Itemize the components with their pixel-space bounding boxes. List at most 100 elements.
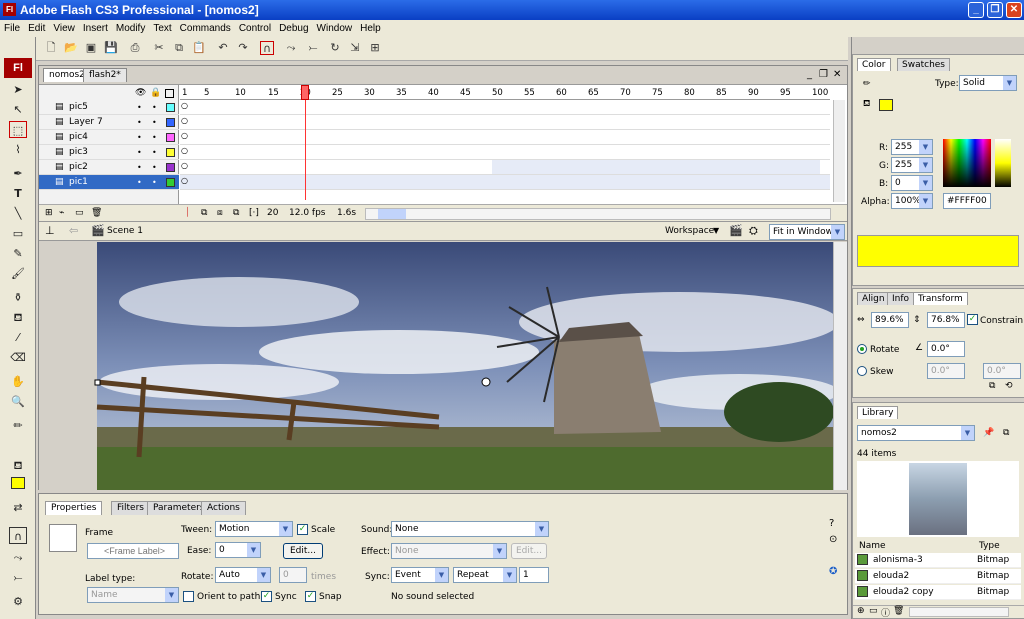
scale-checkbox[interactable]: ✓	[297, 524, 308, 535]
layer-row[interactable]: ▤ pic1 • •	[39, 175, 179, 190]
sound-sync-select[interactable]: Event	[391, 567, 449, 583]
eraser-tool-icon[interactable]: ⌫	[9, 349, 27, 366]
menu-commands[interactable]: Commands	[176, 23, 235, 34]
delete-icon[interactable]: 🗑	[893, 606, 904, 616]
add-layer-icon[interactable]: ⊞	[45, 208, 53, 218]
layer-row[interactable]: ▤ pic2 • •	[39, 160, 179, 175]
menu-insert[interactable]: Insert	[79, 23, 112, 34]
paste-icon[interactable]: 📋	[192, 41, 206, 55]
help-icon[interactable]: ?	[829, 518, 834, 529]
window-restore-icon[interactable]: ❐	[819, 69, 828, 80]
frame-ruler[interactable]: 1510152025303540455055606570758085909510…	[180, 85, 830, 100]
layer-color-swatch[interactable]	[166, 178, 175, 187]
tween-select[interactable]: Motion	[215, 521, 293, 537]
pen-tool-icon[interactable]: ✒	[9, 165, 27, 182]
menu-help[interactable]: Help	[356, 23, 385, 34]
frame-row[interactable]: ○	[180, 145, 830, 160]
layer-color-swatch[interactable]	[166, 118, 175, 127]
scale-height-input[interactable]: 76.8%	[927, 312, 965, 328]
workspace-chevron-icon[interactable]: ▼	[713, 226, 719, 235]
maximize-button[interactable]: ❐	[987, 2, 1003, 18]
layer-row[interactable]: ▤ pic3 • •	[39, 145, 179, 160]
frame-row[interactable]: ○	[180, 100, 830, 115]
smooth-option-icon[interactable]: ⤳	[9, 549, 27, 566]
menu-modify[interactable]: Modify	[112, 23, 149, 34]
keyframe-marker[interactable]: ○	[181, 116, 188, 125]
layer-row[interactable]: ▤ pic5 • •	[39, 100, 179, 115]
onion-markers-icon[interactable]: [·]	[249, 208, 259, 218]
stage-vscroll[interactable]	[833, 242, 847, 490]
visibility-dot[interactable]: •	[137, 175, 142, 190]
red-input[interactable]: 255	[891, 139, 933, 155]
skew-radio[interactable]	[857, 366, 867, 376]
outline-icon[interactable]	[165, 89, 174, 98]
menu-control[interactable]: Control	[235, 23, 275, 34]
library-item[interactable]: alonisma-3 Bitmap	[855, 553, 1021, 568]
menu-edit[interactable]: Edit	[24, 23, 49, 34]
new-symbol-icon[interactable]: ⊕	[857, 606, 865, 616]
lock-dot[interactable]: •	[152, 160, 157, 175]
skew-h-input[interactable]: 0.0°	[927, 363, 965, 379]
effect-select[interactable]: None	[391, 543, 507, 559]
layer-color-swatch[interactable]	[166, 163, 175, 172]
properties-icon[interactable]: ⓘ	[881, 606, 890, 619]
straighten-icon[interactable]: ⤚	[306, 41, 320, 55]
tab-align[interactable]: Align	[857, 292, 890, 305]
workspace-menu[interactable]: Workspace	[665, 226, 714, 236]
stroke-pencil-icon[interactable]: ✏	[863, 79, 871, 89]
tab-color[interactable]: Color	[857, 58, 891, 71]
edit-ease-button[interactable]: Edit...	[283, 543, 323, 559]
smooth-icon[interactable]: ⤳	[284, 41, 298, 55]
snap-checkbox[interactable]: ✓	[305, 591, 316, 602]
orient-to-path-checkbox[interactable]	[183, 591, 194, 602]
fill-color-icon[interactable]: ⛾	[9, 457, 27, 474]
hand-tool-icon[interactable]: ✋	[9, 373, 27, 390]
doc-tab-flash2[interactable]: flash2*	[83, 68, 127, 82]
line-tool-icon[interactable]: ╲	[9, 205, 27, 222]
swap-colors-icon[interactable]: ⇄	[9, 499, 27, 516]
visibility-dot[interactable]: •	[137, 130, 142, 145]
scale-width-input[interactable]: 89.6%	[871, 312, 909, 328]
visibility-dot[interactable]: •	[137, 100, 142, 115]
library-hscroll[interactable]	[909, 607, 1009, 617]
sync-checkbox[interactable]: ✓	[261, 591, 272, 602]
scene-name[interactable]: Scene 1	[107, 226, 143, 236]
menu-view[interactable]: View	[49, 23, 79, 34]
timeline-vscroll[interactable]	[833, 100, 845, 202]
free-transform-tool-icon[interactable]: ⬚	[9, 121, 27, 138]
ease-slider-button[interactable]	[247, 542, 261, 558]
visibility-dot[interactable]: •	[137, 115, 142, 130]
window-min-icon[interactable]: _	[807, 69, 812, 80]
brightness-slider[interactable]	[995, 139, 1011, 187]
edit-sound-button[interactable]: Edit...	[511, 543, 547, 559]
selection-tool-icon[interactable]: ➤	[9, 81, 27, 98]
tab-filters[interactable]: Filters	[111, 501, 150, 515]
layer-row[interactable]: ▤ pic4 • •	[39, 130, 179, 145]
edit-multiple-icon[interactable]: ⧉	[233, 208, 239, 218]
print-icon[interactable]: ⎙	[128, 41, 142, 55]
rotate-radio[interactable]	[857, 344, 867, 354]
rotate-icon[interactable]: ↻	[328, 41, 342, 55]
menu-text[interactable]: Text	[149, 23, 175, 34]
open-folder-icon[interactable]: 📂	[64, 41, 78, 55]
reset-transform-icon[interactable]: ⟲	[1005, 381, 1013, 391]
color-type-select[interactable]: Solid	[959, 75, 1017, 91]
green-input[interactable]: 255	[891, 157, 933, 173]
copy-transform-icon[interactable]: ⧉	[989, 381, 995, 391]
ease-input[interactable]: 0	[215, 542, 251, 558]
rotate-input[interactable]: 0.0°	[927, 341, 965, 357]
fill-bucket-icon[interactable]: ⛾	[863, 99, 870, 110]
timeline-hscroll-thumb[interactable]	[378, 209, 406, 219]
tab-library[interactable]: Library	[857, 406, 899, 419]
edit-icon[interactable]: ⊙	[829, 534, 837, 545]
hex-input[interactable]: #FFFF00	[943, 193, 991, 209]
keyframe-marker[interactable]: ○	[181, 176, 188, 185]
add-guide-icon[interactable]: ⌁	[59, 208, 64, 218]
close-button[interactable]: ✕	[1006, 2, 1022, 18]
timeline-hscroll[interactable]	[365, 208, 831, 220]
copy-icon[interactable]: ⧉	[172, 41, 186, 55]
constrain-checkbox[interactable]: ✓	[967, 314, 978, 325]
library-item[interactable]: elouda2 copy Bitmap	[855, 585, 1021, 600]
layer-row[interactable]: ▤ Layer 7 • •	[39, 115, 179, 130]
lock-dot[interactable]: •	[152, 115, 157, 130]
